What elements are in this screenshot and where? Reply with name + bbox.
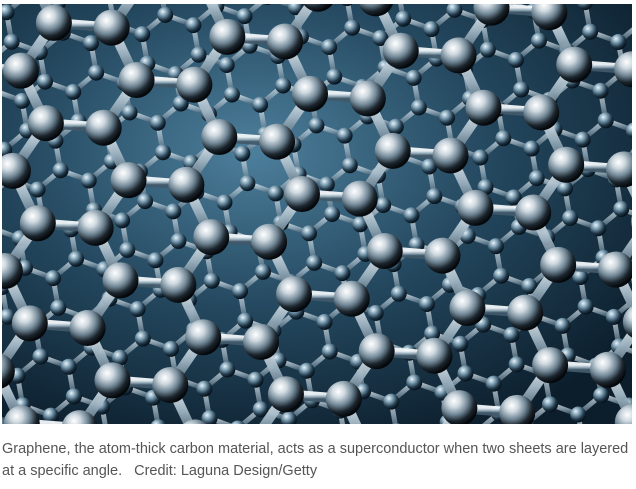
photo-credit: Credit: Laguna Design/Getty	[134, 463, 318, 479]
photo-caption: Graphene, the atom-thick carbon material…	[2, 438, 632, 482]
figure: Graphene, the atom-thick carbon material…	[0, 0, 636, 489]
graphene-lattice-icon	[2, 4, 632, 424]
graphene-photo	[2, 4, 632, 424]
